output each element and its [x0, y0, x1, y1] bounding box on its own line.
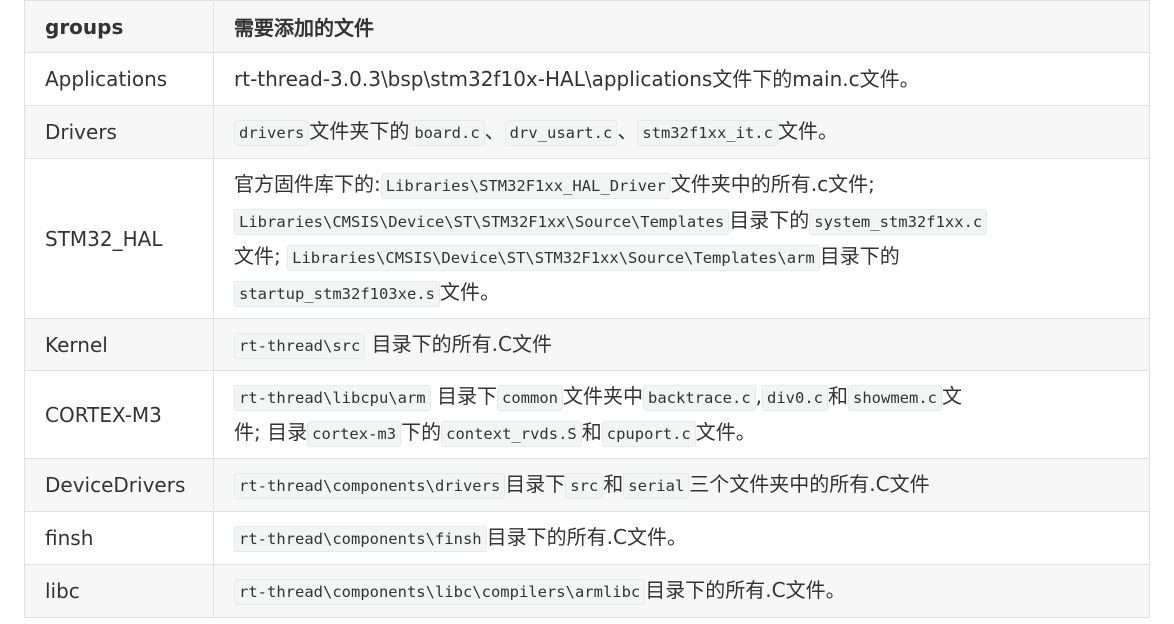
inline-code: div0.c: [762, 384, 829, 411]
inline-code: rt-thread\components\finsh: [234, 526, 487, 552]
cell-text: 下的: [401, 419, 442, 444]
inline-code: common: [497, 384, 563, 411]
table-row: STM32_HAL 官方固件库下的: Libraries\STM32F1xx_HAL…: [24, 158, 1150, 319]
inline-code: rt-thread\libcpu\arm: [234, 384, 431, 411]
cell-text: 目录下的所有.C文件: [365, 331, 553, 356]
files-cell: drivers 文件夹下的 board.c、 drv_usart.c、 stm32f1x…: [213, 105, 1150, 159]
group-cell: Kernel: [24, 318, 214, 371]
inline-code: cpuport.c: [601, 420, 696, 447]
inline-code: rt-thread\components\drivers: [234, 473, 506, 499]
inline-code: board.c: [409, 120, 485, 146]
group-cell: Applications: [24, 52, 214, 106]
inline-code: backtrace.c: [643, 384, 756, 411]
cell-text: 官方固件库下的:: [234, 171, 381, 196]
cell-text: 文件。: [439, 279, 500, 304]
table-row: CORTEX-M3 rt-thread\libcpu\arm 目录下 common 文…: [24, 370, 1150, 459]
files-cell: 官方固件库下的: Libraries\STM32F1xx_HAL_Driver 文件…: [213, 158, 1150, 319]
inline-code: context_rvds.S: [441, 420, 582, 447]
cell-text: 文件夹中的所有.c文件;: [670, 171, 875, 196]
cell-text: 目录下: [505, 472, 566, 496]
inline-code: startup_stm32f103xe.s: [234, 280, 440, 307]
group-cell: STM32_HAL: [24, 158, 214, 319]
group-cell: DeviceDrivers: [24, 458, 214, 512]
cell-text: 文件。: [777, 119, 838, 143]
table-row: Drivers drivers 文件夹下的 board.c、 drv_usart.c、 s…: [24, 105, 1150, 159]
inline-code: stm32f1xx_it.c: [637, 120, 778, 146]
header-groups: groups: [24, 0, 214, 53]
group-cell: CORTEX-M3: [24, 370, 214, 459]
files-cell: rt-thread\components\drivers 目录下 src 和 seria…: [213, 458, 1150, 512]
cell-text: 和: [828, 383, 849, 408]
files-cell: rt-thread\components\finsh 目录下的所有.C文件。: [213, 511, 1150, 565]
inline-code: drivers: [234, 120, 310, 146]
inline-code: system_stm32f1xx.c: [809, 208, 988, 235]
inline-code: src: [565, 473, 604, 499]
cell-text: 、: [617, 119, 638, 143]
cell-text: 文件夹下的: [309, 119, 410, 143]
inline-code: drv_usart.c: [504, 120, 618, 146]
table-row: Applications rt-thread-3.0.3\bsp\stm32f10…: [24, 52, 1150, 106]
inline-code: Libraries\STM32F1xx_HAL_Driver: [380, 172, 671, 199]
inline-code: showmem.c: [848, 384, 943, 411]
files-cell: rt-thread\components\libc\compilers\arml…: [213, 564, 1150, 618]
cell-text: 目录下: [430, 383, 497, 408]
cell-text: 目录下的: [729, 207, 810, 232]
files-cell: rt-thread\src 目录下的所有.C文件: [213, 318, 1150, 371]
cell-text: 和: [581, 419, 602, 444]
cell-text: 文件。: [695, 419, 756, 444]
table-header-row: groups 需要添加的文件: [24, 0, 1150, 53]
cell-text: 三个文件夹中的所有.C文件: [689, 472, 930, 496]
inline-code: rt-thread\components\libc\compilers\arml…: [234, 579, 646, 605]
files-table: groups 需要添加的文件 Applications rt-thread-3.0…: [24, 0, 1150, 618]
group-cell: finsh: [24, 511, 214, 565]
cell-text: rt-thread-3.0.3\bsp\stm32f10x-HAL\applic…: [234, 67, 920, 91]
cell-text: 、: [484, 119, 505, 143]
table-row: finsh rt-thread\components\finsh 目录下的所有.C文…: [24, 511, 1150, 565]
table-row: libc rt-thread\components\libc\compilers\…: [24, 564, 1150, 618]
inline-code: Libraries\CMSIS\Device\ST\STM32F1xx\Sour…: [287, 244, 820, 271]
files-cell: rt-thread-3.0.3\bsp\stm32f10x-HAL\applic…: [213, 52, 1150, 106]
table-row: DeviceDrivers rt-thread\components\driver…: [24, 458, 1150, 512]
header-files: 需要添加的文件: [213, 0, 1150, 53]
cell-text: 文: [942, 383, 963, 408]
cell-text: 目录下的所有.C文件。: [486, 525, 687, 549]
group-cell: Drivers: [24, 105, 214, 159]
cell-text: 目录下的所有.C文件。: [645, 578, 846, 602]
cell-text: 文件;: [234, 243, 288, 268]
cell-text: 和: [603, 472, 624, 496]
cell-text: 文件夹中: [563, 383, 643, 408]
table-row: Kernel rt-thread\src 目录下的所有.C文件: [24, 318, 1150, 371]
inline-code: rt-thread\src: [234, 332, 366, 359]
files-cell: rt-thread\libcpu\arm 目录下 common 文件夹中 backtr…: [213, 370, 1150, 459]
cell-text: 件; 目录: [234, 419, 308, 444]
inline-code: cortex-m3: [307, 420, 402, 447]
inline-code: serial: [623, 473, 690, 499]
cell-text: 目录下的: [819, 243, 900, 268]
inline-code: Libraries\CMSIS\Device\ST\STM32F1xx\Sour…: [234, 208, 730, 235]
group-cell: libc: [24, 564, 214, 618]
